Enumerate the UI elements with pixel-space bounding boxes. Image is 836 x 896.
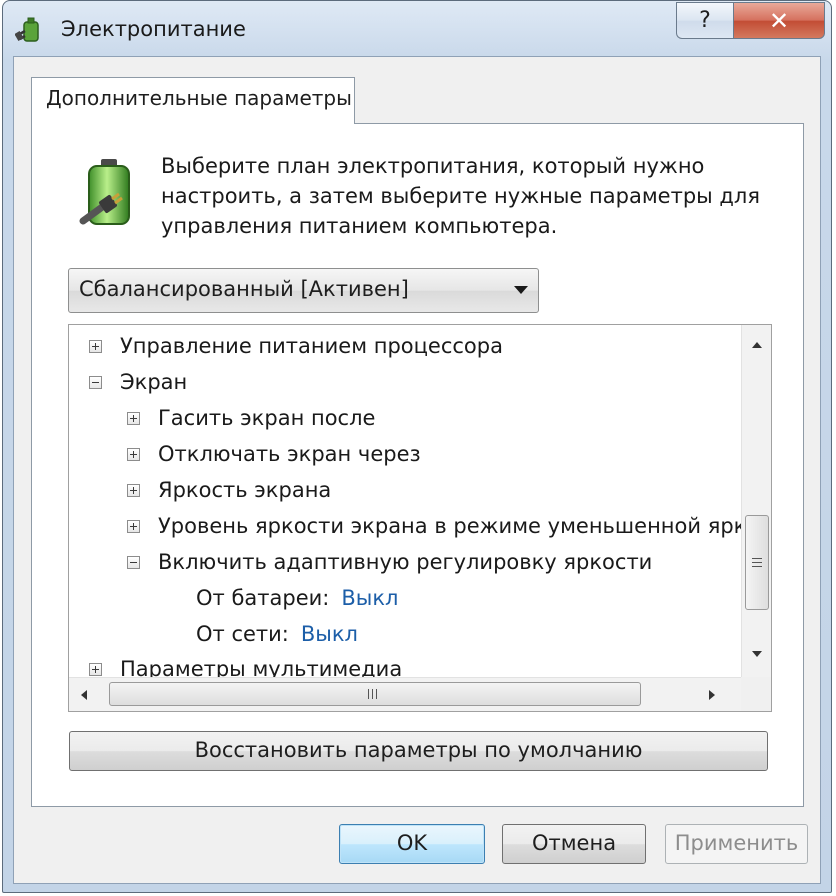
dropdown-arrow-icon[interactable] [514, 286, 528, 294]
caption-buttons: ? ✕ [676, 2, 825, 39]
power-plan-select[interactable]: Сбалансированный [Активен] [68, 268, 539, 313]
expand-plus-icon[interactable] [89, 662, 102, 676]
tree-item-label: Управление питанием процессора [120, 334, 503, 358]
settings-tree[interactable]: Управление питанием процессора Экран Гас… [68, 324, 772, 712]
grip-line [368, 689, 369, 699]
restore-defaults-button[interactable]: Восстановить параметры по умолчанию [69, 731, 768, 771]
grip-line [752, 558, 762, 559]
plugged-in-value-link[interactable]: Выкл [301, 622, 358, 646]
horizontal-scrollbar[interactable] [69, 677, 743, 711]
close-button[interactable]: ✕ [733, 2, 825, 39]
tree-item-dimmed-brightness[interactable]: Уровень яркости экрана в режиме уменьшен… [127, 510, 772, 542]
vertical-scrollbar[interactable] [741, 325, 771, 677]
setting-label: От сети: [196, 622, 289, 646]
grip-line [376, 689, 377, 699]
dialog-client-area: Дополнительные параметры Выберите план э… [13, 56, 821, 884]
title-bar[interactable]: Электропитание ? ✕ [3, 1, 831, 57]
cancel-button[interactable]: Отмена [502, 824, 646, 864]
power-plan-selected: Сбалансированный [Активен] [79, 277, 409, 301]
expand-plus-icon[interactable] [127, 447, 140, 461]
tab-panel: Выберите план электропитания, который ну… [31, 123, 804, 807]
question-mark-icon: ? [699, 8, 711, 33]
scroll-left-arrow-icon[interactable] [81, 690, 87, 700]
grip-line [372, 689, 373, 699]
power-options-icon [15, 17, 39, 42]
vertical-scroll-thumb[interactable] [745, 515, 769, 610]
scroll-down-arrow-icon[interactable] [752, 651, 762, 657]
horizontal-scroll-thumb[interactable] [109, 682, 641, 706]
scroll-up-arrow-icon[interactable] [752, 342, 762, 348]
expand-plus-icon[interactable] [89, 339, 102, 353]
tree-item-plugged-in[interactable]: От сети: Выкл [196, 618, 358, 650]
tree-item-label: Яркость экрана [158, 478, 332, 502]
expand-plus-icon[interactable] [127, 519, 140, 533]
power-options-window: Электропитание ? ✕ Дополнительные параме… [2, 0, 832, 893]
apply-button[interactable]: Применить [665, 824, 808, 864]
collapse-minus-icon[interactable] [127, 555, 140, 569]
tree-item-label: Экран [120, 370, 188, 394]
tree-item-on-battery[interactable]: От батареи: Выкл [196, 582, 398, 614]
description-line: настроить, а затем выберите нужные парам… [161, 184, 760, 208]
expand-plus-icon[interactable] [127, 411, 140, 425]
help-button[interactable]: ? [676, 2, 733, 39]
ok-button[interactable]: OK [339, 824, 485, 864]
tree-item-label: Гасить экран после [158, 406, 376, 430]
tree-item-processor-power[interactable]: Управление питанием процессора [89, 330, 503, 362]
tree-item-turn-off-display[interactable]: Отключать экран через [127, 438, 421, 470]
description-line: управления питанием компьютера. [161, 214, 558, 238]
close-icon: ✕ [768, 6, 790, 35]
grip-line [752, 562, 762, 563]
on-battery-value-link[interactable]: Выкл [341, 586, 398, 610]
window-title: Электропитание [61, 17, 246, 41]
setting-label: От батареи: [196, 586, 330, 610]
description-text: Выберите план электропитания, который ну… [161, 151, 771, 241]
grip-line [752, 566, 762, 567]
tree-item-label: Включить адаптивную регулировку яркости [158, 550, 653, 574]
expand-plus-icon[interactable] [127, 483, 140, 497]
battery-plug-icon [79, 159, 130, 225]
scroll-right-arrow-icon[interactable] [709, 690, 715, 700]
tab-advanced-settings[interactable]: Дополнительные параметры [31, 77, 355, 124]
description-line: Выберите план электропитания, который ну… [161, 154, 705, 178]
tree-item-display-brightness[interactable]: Яркость экрана [127, 474, 331, 506]
tree-item-display[interactable]: Экран [89, 366, 187, 398]
tree-item-dim-display-after[interactable]: Гасить экран после [127, 402, 375, 434]
tree-item-adaptive-brightness[interactable]: Включить адаптивную регулировку яркости [127, 546, 652, 578]
scrollbar-corner [741, 677, 771, 711]
tree-item-label: Отключать экран через [158, 442, 421, 466]
tree-item-label: Уровень яркости экрана в режиме уменьшен… [158, 514, 772, 538]
collapse-minus-icon[interactable] [89, 375, 102, 389]
